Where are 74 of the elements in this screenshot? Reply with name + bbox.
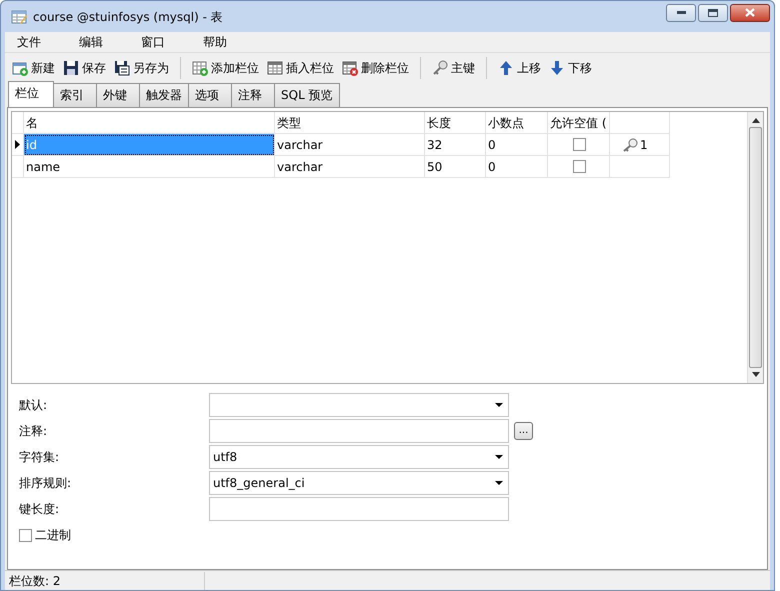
menu-item[interactable]: 编辑 (71, 33, 111, 51)
tab[interactable]: 注释 (231, 83, 275, 107)
column-header[interactable]: 小数点 (486, 112, 548, 134)
table-cell[interactable]: 50 (425, 156, 486, 178)
scroll-thumb[interactable] (749, 127, 762, 368)
key-icon (622, 138, 638, 152)
toolbar-button[interactable]: 插入栏位 (264, 57, 337, 79)
status-text: 栏位数: 2 (5, 572, 205, 590)
column-header[interactable]: 类型 (275, 112, 425, 134)
tab[interactable]: SQL 预览 (274, 83, 340, 107)
new-table-icon (12, 60, 28, 76)
scrollbar[interactable] (747, 112, 763, 383)
field-label: 字符集: (18, 449, 60, 466)
tab[interactable]: 选项 (188, 83, 232, 107)
add-column-icon (192, 60, 208, 76)
checkbox-label: 二进制 (35, 527, 71, 544)
maximize-icon (708, 8, 718, 16)
toolbar-button[interactable]: 添加栏位 (189, 57, 262, 79)
toolbar-button[interactable]: 新建 (9, 57, 58, 79)
delete-column-icon (342, 60, 358, 76)
tab[interactable]: 栏位 (8, 81, 54, 107)
toolbar-button[interactable]: 删除栏位 (339, 57, 412, 79)
field-label: 键长度: (18, 501, 60, 518)
checkbox[interactable] (19, 528, 32, 542)
tab[interactable]: 外键 (96, 83, 140, 107)
table-cell[interactable]: 32 (425, 134, 486, 156)
menu-item[interactable]: 文件 (9, 33, 49, 51)
ellipsis-button[interactable]: ... (514, 422, 533, 440)
field-label: 默认: (18, 397, 48, 414)
scroll-down-icon[interactable] (752, 372, 760, 377)
insert-column-icon (267, 60, 283, 76)
dropdown-field[interactable] (209, 393, 509, 417)
toolbar-button[interactable]: 下移 (546, 57, 595, 79)
close-icon (745, 8, 755, 17)
key-icon (432, 60, 448, 76)
toolbar-button[interactable]: 主键 (429, 57, 478, 79)
tab[interactable]: 触发器 (139, 83, 189, 107)
arrow-down-icon (549, 60, 565, 76)
close-button[interactable] (730, 4, 770, 22)
maximize-button[interactable] (698, 4, 728, 22)
checkbox[interactable] (573, 160, 586, 173)
caret-icon (495, 403, 503, 407)
minimize-icon (676, 11, 686, 14)
arrow-up-icon (498, 60, 514, 76)
input-field[interactable] (209, 497, 509, 521)
table-cell[interactable]: name (24, 156, 275, 178)
caret-icon (495, 481, 503, 485)
table-cell[interactable]: 1 (610, 134, 670, 156)
field-label: 排序规则: (18, 475, 72, 492)
input-field[interactable] (209, 419, 509, 443)
dropdown-field[interactable]: utf8 (209, 445, 509, 469)
field-label: 注释: (18, 423, 48, 440)
column-header[interactable]: 名 (24, 112, 275, 134)
column-header[interactable]: 允许空值 ( (548, 112, 610, 134)
dropdown-field[interactable]: utf8_general_ci (209, 471, 509, 495)
table-cell[interactable]: 0 (486, 134, 548, 156)
column-header[interactable]: 长度 (425, 112, 486, 134)
table-cell[interactable] (610, 156, 670, 178)
toolbar-button[interactable]: 保存 (60, 57, 109, 79)
tab[interactable]: 索引 (53, 83, 97, 107)
menu-item[interactable]: 窗口 (133, 33, 173, 51)
scroll-up-icon[interactable] (752, 118, 760, 123)
table-cell[interactable]: varchar (275, 134, 425, 156)
minimize-button[interactable] (666, 4, 696, 22)
window-title: course @stuinfosys (mysql) - 表 (33, 8, 223, 26)
toolbar-button[interactable]: 上移 (495, 57, 544, 79)
caret-icon (495, 455, 503, 459)
table-cell[interactable]: varchar (275, 156, 425, 178)
checkbox[interactable] (573, 138, 586, 151)
table-icon (11, 8, 27, 24)
menu-item[interactable]: 帮助 (195, 33, 235, 51)
key-order: 1 (640, 136, 648, 154)
toolbar-button[interactable]: 另存为 (111, 57, 172, 79)
table-cell[interactable]: 0 (486, 156, 548, 178)
